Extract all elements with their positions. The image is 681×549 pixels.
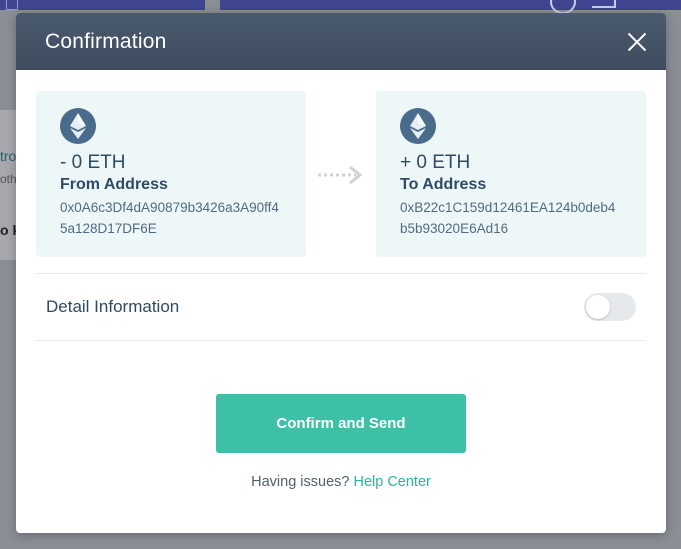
background-header-right xyxy=(220,0,681,14)
arrow-right-icon xyxy=(318,165,363,185)
modal-header: Confirmation xyxy=(16,13,666,70)
help-section: Having issues? Help Center xyxy=(16,474,666,490)
toggle-knob xyxy=(586,295,610,319)
background-text: o k xyxy=(0,222,16,238)
return-icon xyxy=(592,0,616,8)
detail-information-toggle[interactable] xyxy=(584,293,636,321)
ethereum-icon xyxy=(60,108,96,144)
close-icon[interactable] xyxy=(626,31,648,53)
to-address-card: + 0 ETH To Address 0xB22c1C159d12461EA12… xyxy=(376,91,646,257)
from-amount: - 0 ETH xyxy=(60,152,126,173)
address-row: - 0 ETH From Address 0x0A6c3Df4dA90879b3… xyxy=(16,70,666,258)
detail-information-row: Detail Information xyxy=(36,273,646,341)
menu-icon xyxy=(550,0,576,14)
modal-title: Confirmation xyxy=(45,29,167,53)
to-address-value: 0xB22c1C159d12461EA124b0deb4b5b93020E6Ad… xyxy=(400,200,616,236)
help-center-link[interactable]: Help Center xyxy=(353,474,430,490)
confirm-and-send-button[interactable]: Confirm and Send xyxy=(216,394,466,453)
to-address-label: To Address xyxy=(400,176,487,193)
background-text: tro xyxy=(0,148,16,164)
from-address-value: 0x0A6c3Df4dA90879b3426a3A90ff45a128D17DF… xyxy=(60,200,279,236)
background-header-left xyxy=(0,0,205,10)
from-address-label: From Address xyxy=(60,176,168,193)
confirmation-modal: Confirmation - 0 ETH From Address 0x0A6c… xyxy=(16,13,666,533)
to-amount: + 0 ETH xyxy=(400,152,471,173)
detail-information-label: Detail Information xyxy=(46,297,180,316)
document-icon xyxy=(6,0,18,10)
from-address-card: - 0 ETH From Address 0x0A6c3Df4dA90879b3… xyxy=(36,91,306,257)
ethereum-icon xyxy=(400,108,436,144)
help-text: Having issues? xyxy=(251,474,350,490)
background-text: oth xyxy=(0,172,16,186)
